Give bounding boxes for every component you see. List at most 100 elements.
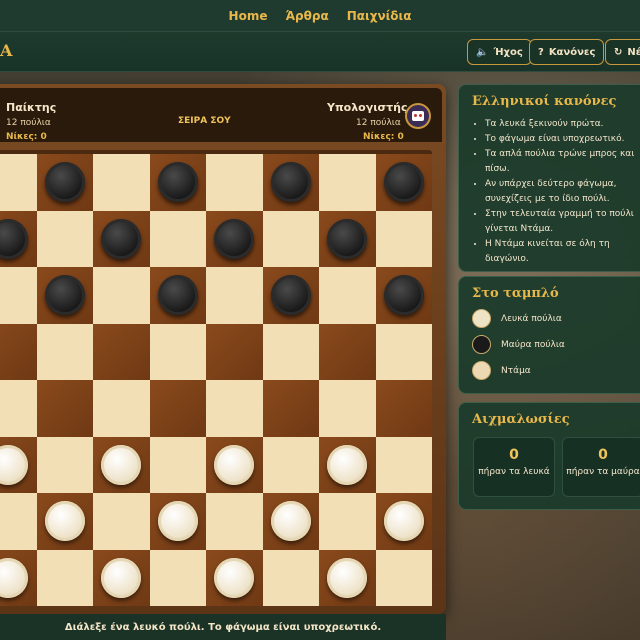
white-piece[interactable]	[214, 444, 255, 485]
checkers-board[interactable]	[0, 150, 432, 606]
black-piece	[270, 162, 311, 203]
board-square-light	[93, 154, 150, 211]
board-square-dark[interactable]	[206, 323, 263, 380]
king-piece-icon	[472, 361, 491, 380]
game-panel: Παίκτης 12 πούλια Νίκες: 0 ΣΕΙΡΑ ΣΟΥ Υπο…	[0, 84, 446, 614]
captures-card: Αιχμαλωσίες 0 πήραν τα λευκά 0 πήραν τα …	[458, 402, 640, 510]
white-piece[interactable]	[101, 444, 142, 485]
computer-pieces: 12 πούλια	[356, 118, 401, 128]
rules-button-label: Κανόνες	[548, 46, 596, 58]
captures-white-count: 0	[509, 447, 519, 463]
sound-button[interactable]: 🔈 Ήχος	[467, 39, 532, 65]
robot-icon	[412, 111, 424, 121]
computer-name: Υπολογιστής	[327, 101, 408, 114]
rules-card-title: Ελληνικοί κανόνες	[472, 94, 617, 109]
board-square-light	[375, 436, 432, 493]
white-piece[interactable]	[101, 557, 142, 598]
refresh-icon: ↻	[614, 46, 623, 58]
board-square-light	[262, 323, 319, 380]
legend-card-title: Στο ταμπλό	[472, 286, 559, 301]
white-piece[interactable]	[44, 501, 85, 542]
black-piece	[214, 218, 255, 259]
captures-black-box: 0 πήραν τα μαύρα	[562, 437, 640, 497]
board-square-light	[0, 380, 37, 437]
question-icon: ?	[538, 46, 544, 58]
board-square-light	[319, 154, 376, 211]
board-square-light	[149, 323, 206, 380]
white-piece[interactable]	[383, 501, 424, 542]
board-square-light	[262, 549, 319, 606]
white-piece[interactable]	[270, 501, 311, 542]
rules-card: Ελληνικοί κανόνες Τα λευκά ξεκινούν πρώτ…	[458, 84, 640, 272]
white-piece[interactable]	[327, 557, 368, 598]
board-square-light	[319, 493, 376, 550]
rule-item: Τα απλά πούλια τρώνε μπρος και πίσω.	[485, 147, 640, 177]
board-square-light	[262, 436, 319, 493]
status-message: Διάλεξε ένα λευκό πούλι. Το φάγωμα είναι…	[0, 614, 446, 640]
board-square-light	[149, 549, 206, 606]
legend-label: Ντάμα	[501, 365, 531, 376]
captures-black-count: 0	[598, 447, 608, 463]
board-square-dark[interactable]	[262, 380, 319, 437]
board-square-light	[375, 323, 432, 380]
rule-item: Η Ντάμα κινείται σε όλη τη διαγώνιο.	[485, 237, 640, 267]
board-square-light	[262, 210, 319, 267]
board-square-dark[interactable]	[319, 323, 376, 380]
rules-list: Τα λευκά ξεκινούν πρώτα. Το φάγωμα είναι…	[459, 117, 640, 267]
captures-white-box: 0 πήραν τα λευκά	[473, 437, 555, 497]
black-piece	[383, 275, 424, 316]
white-piece[interactable]	[214, 557, 255, 598]
rule-item: Στην τελευταία γραμμή το πούλι γίνεται Ν…	[485, 207, 640, 237]
site-logo[interactable]: A	[0, 41, 12, 60]
nav-link-games[interactable]: Παιχνίδια	[347, 9, 412, 23]
board-square-light	[149, 210, 206, 267]
new-game-button[interactable]: ↻ Νέα	[605, 39, 640, 65]
new-game-button-label: Νέα	[627, 46, 640, 58]
black-piece	[327, 218, 368, 259]
legend-king: Ντάμα	[472, 361, 531, 380]
black-piece	[270, 275, 311, 316]
board-square-light	[206, 493, 263, 550]
board-square-light	[319, 267, 376, 324]
board-square-dark[interactable]	[0, 323, 37, 380]
board-square-dark[interactable]	[93, 323, 150, 380]
board-square-light	[93, 267, 150, 324]
board-square-light	[36, 436, 93, 493]
computer-wins: Νίκες: 0	[363, 132, 404, 142]
board-square-light	[375, 210, 432, 267]
board-square-light	[36, 210, 93, 267]
white-piece[interactable]	[157, 501, 198, 542]
nav-link-articles[interactable]: Άρθρα	[285, 9, 328, 23]
player-pieces: 12 πούλια	[6, 118, 51, 128]
rules-button[interactable]: ? Κανόνες	[529, 39, 605, 65]
sound-button-label: Ήχος	[493, 46, 523, 58]
board-square-dark[interactable]	[149, 380, 206, 437]
board-square-light	[375, 549, 432, 606]
game-header: A 🔈 Ήχος ? Κανόνες ↻ Νέα	[0, 32, 640, 72]
board-square-dark[interactable]	[375, 380, 432, 437]
board-square-light	[36, 323, 93, 380]
black-piece-icon	[472, 335, 491, 354]
nav-link-home[interactable]: Home	[229, 9, 268, 23]
legend-label: Λευκά πούλια	[501, 313, 562, 324]
board-square-light	[0, 267, 37, 324]
top-nav: Home Άρθρα Παιχνίδια	[0, 0, 640, 32]
board-square-light	[206, 267, 263, 324]
board-square-light	[149, 436, 206, 493]
board-square-dark[interactable]	[36, 380, 93, 437]
black-piece	[157, 275, 198, 316]
board-square-light	[93, 493, 150, 550]
scoreboard: Παίκτης 12 πούλια Νίκες: 0 ΣΕΙΡΑ ΣΟΥ Υπο…	[0, 88, 442, 142]
board-square-light	[319, 380, 376, 437]
legend-white: Λευκά πούλια	[472, 309, 562, 328]
black-piece	[383, 162, 424, 203]
board-square-light	[206, 380, 263, 437]
rule-item: Αν υπάρχει δεύτερο φάγωμα, συνεχίζεις με…	[485, 177, 640, 207]
captures-black-label: πήραν τα μαύρα	[566, 467, 640, 477]
captures-white-label: πήραν τα λευκά	[478, 467, 550, 477]
board-square-light	[36, 549, 93, 606]
rule-item: Το φάγωμα είναι υποχρεωτικό.	[485, 132, 640, 147]
board-square-light	[206, 154, 263, 211]
white-piece[interactable]	[327, 444, 368, 485]
player-wins: Νίκες: 0	[6, 132, 47, 142]
